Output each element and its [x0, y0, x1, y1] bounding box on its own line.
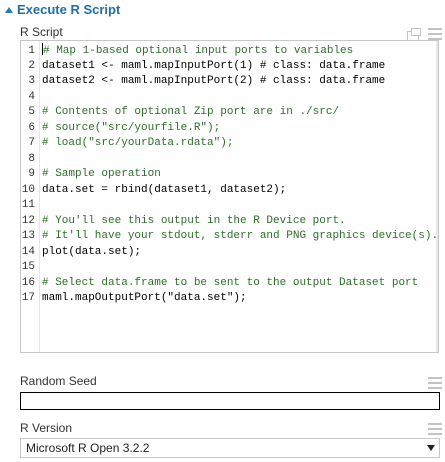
code-text: # Select data.frame to be sent to the ou…: [42, 276, 419, 289]
line-number: 16: [21, 276, 35, 289]
code-text: plot(data.set);: [42, 245, 142, 258]
code-line[interactable]: 3 dataset2 <- maml.mapInputPort(2) # clas…: [21, 74, 438, 90]
line-number: 9: [28, 168, 35, 180]
code-line[interactable]: 2 dataset1 <- maml.mapInputPort(1) # clas…: [21, 59, 438, 75]
line-number: 2: [28, 59, 35, 72]
code-text: # load("src/yourData.rdata");: [42, 137, 234, 149]
line-number: 12: [21, 214, 35, 227]
code-text: Map 1-based optional input ports to vari…: [49, 45, 354, 57]
r-version-menu-icon[interactable]: [428, 423, 442, 435]
line-number: 13: [21, 230, 35, 242]
line-number: 14: [21, 245, 35, 258]
code-line[interactable]: 14 plot(data.set);: [21, 245, 438, 261]
code-line[interactable]: 10 data.set = rbind(dataset1, dataset2);: [21, 183, 438, 199]
line-number: 8: [28, 152, 35, 165]
random-seed-menu-icon[interactable]: [428, 377, 442, 389]
line-number: 6: [28, 121, 35, 134]
panel-title: Execute R Script: [17, 1, 121, 17]
code-line[interactable]: 5 # Contents of optional Zip port are in …: [21, 105, 438, 121]
code-line[interactable]: 9 # Sample operation: [21, 167, 438, 183]
comment-hash: #: [43, 45, 50, 57]
code-line[interactable]: 11: [21, 198, 438, 214]
line-number: 7: [28, 137, 35, 149]
code-text: # It'll have your stdout, stderr and PNG…: [42, 230, 439, 242]
code-line[interactable]: 12 # You'll see this output in the R Devi…: [21, 214, 438, 230]
collapse-triangle-icon[interactable]: [5, 6, 13, 13]
line-number: 11: [21, 199, 35, 211]
code-text: data.set = rbind(dataset1, dataset2);: [42, 183, 287, 196]
code-line[interactable]: 17 maml.mapOutputPort("data.set");: [21, 291, 438, 307]
code-text: # source("src/yourfile.R");: [42, 121, 221, 134]
random-seed-label: Random Seed: [20, 374, 97, 388]
code-text: # Sample operation: [42, 168, 161, 180]
code-line[interactable]: 4: [21, 90, 438, 106]
panel-header[interactable]: Execute R Script: [0, 0, 445, 18]
r-script-editor[interactable]: 1 # Map 1-based optional input ports to v…: [20, 40, 439, 353]
r-script-label: R Script: [20, 25, 63, 39]
line-number: 10: [21, 183, 35, 196]
random-seed-input[interactable]: [20, 392, 440, 410]
r-version-label: R Version: [20, 421, 73, 435]
line-number: 1: [28, 45, 35, 57]
line-number: 15: [21, 261, 35, 273]
code-text: # Contents of optional Zip port are in .…: [42, 106, 340, 118]
r-script-menu-icon[interactable]: [428, 28, 442, 40]
dropdown-arrow-icon[interactable]: [427, 445, 435, 451]
code-line[interactable]: 6 # source("src/yourfile.R");: [21, 121, 438, 137]
code-text: dataset2 <- maml.mapInputPort(2) # class…: [42, 75, 386, 87]
line-number: 4: [28, 90, 35, 103]
line-number: 3: [28, 75, 35, 87]
line-number: 17: [21, 292, 35, 304]
code-line[interactable]: 8: [21, 152, 438, 168]
code-line[interactable]: 13 # It'll have your stdout, stderr and P…: [21, 229, 438, 245]
editor-scrollbar[interactable]: [436, 41, 438, 352]
r-version-selected: Microsoft R Open 3.2.2: [26, 441, 150, 455]
code-line[interactable]: 1 # Map 1-based optional input ports to v…: [21, 43, 438, 59]
code-line[interactable]: 7 # load("src/yourData.rdata");: [21, 136, 438, 152]
code-line[interactable]: 16 # Select data.frame to be sent to the …: [21, 276, 438, 292]
code-text: maml.mapOutputPort("data.set");: [42, 292, 247, 304]
r-version-select[interactable]: Microsoft R Open 3.2.2: [20, 438, 440, 458]
code-text: dataset1 <- maml.mapInputPort(1) # class…: [42, 59, 386, 72]
code-text: # You'll see this output in the R Device…: [42, 214, 346, 227]
line-number: 5: [28, 106, 35, 118]
code-line[interactable]: 15: [21, 260, 438, 276]
